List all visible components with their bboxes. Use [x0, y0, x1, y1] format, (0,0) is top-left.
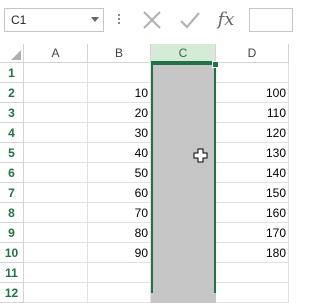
insert-function-button[interactable]: fx [214, 8, 238, 32]
cell-c1[interactable] [151, 63, 216, 83]
select-all-triangle-icon[interactable] [11, 50, 21, 60]
row-header-12[interactable]: 12 [0, 283, 24, 303]
row-header-4[interactable]: 4 [0, 123, 24, 143]
cell-a5[interactable] [24, 143, 88, 163]
cell-c4[interactable] [151, 123, 216, 143]
column-header-b[interactable]: B [88, 44, 151, 63]
name-box-value: C1 [11, 13, 27, 27]
cell-c7[interactable] [151, 183, 216, 203]
cell-d8[interactable]: 160 [216, 203, 289, 223]
row-header-9[interactable]: 9 [0, 223, 24, 243]
cell-d6[interactable]: 140 [216, 163, 289, 183]
row-header-1[interactable]: 1 [0, 63, 24, 83]
cell-a4[interactable] [24, 123, 88, 143]
cell-d1[interactable] [216, 63, 289, 83]
cell-select-plus-icon [193, 148, 208, 163]
row-header-11[interactable]: 11 [0, 263, 24, 283]
row-header-3[interactable]: 3 [0, 103, 24, 123]
cell-a7[interactable] [24, 183, 88, 203]
row-header-6[interactable]: 6 [0, 163, 24, 183]
column-header-d[interactable]: D [216, 44, 289, 63]
cell-d9[interactable]: 170 [216, 223, 289, 243]
cell-d4[interactable]: 120 [216, 123, 289, 143]
cell-c8[interactable] [151, 203, 216, 223]
cell-c6[interactable] [151, 163, 216, 183]
cell-d7[interactable]: 150 [216, 183, 289, 203]
cell-b11[interactable] [88, 263, 151, 283]
cell-c3[interactable] [151, 103, 216, 123]
cell-b2[interactable]: 10 [88, 83, 151, 103]
row-header-7[interactable]: 7 [0, 183, 24, 203]
check-icon[interactable] [178, 8, 202, 32]
cell-b1[interactable] [88, 63, 151, 83]
cell-c9[interactable] [151, 223, 216, 243]
row-header-5[interactable]: 5 [0, 143, 24, 163]
row-header-8[interactable]: 8 [0, 203, 24, 223]
cell-b6[interactable]: 50 [88, 163, 151, 183]
formula-bar: C1 fx [0, 0, 293, 45]
cell-d5[interactable]: 130 [216, 143, 289, 163]
fill-handle[interactable] [212, 61, 219, 68]
cell-a10[interactable] [24, 243, 88, 263]
cell-d2[interactable]: 100 [216, 83, 289, 103]
cell-b3[interactable]: 20 [88, 103, 151, 123]
cell-b5[interactable]: 40 [88, 143, 151, 163]
cell-b8[interactable]: 70 [88, 203, 151, 223]
cell-c12[interactable] [151, 283, 216, 303]
chevron-down-icon[interactable] [91, 17, 99, 22]
row-header-2[interactable]: 2 [0, 83, 24, 103]
cell-b4[interactable]: 30 [88, 123, 151, 143]
cancel-x-icon[interactable] [140, 8, 164, 32]
spreadsheet-grid: A B C D 1 2 10 100 3 20 110 4 30 120 5 40 130 6 50 140 7 60 15… [0, 44, 289, 303]
cell-a9[interactable] [24, 223, 88, 243]
cell-b7[interactable]: 60 [88, 183, 151, 203]
cell-d12[interactable] [216, 283, 289, 303]
column-header-c[interactable]: C [151, 44, 216, 63]
cell-b12[interactable] [88, 283, 151, 303]
cell-c11[interactable] [151, 263, 216, 283]
cell-d3[interactable]: 110 [216, 103, 289, 123]
cell-a11[interactable] [24, 263, 88, 283]
cell-a6[interactable] [24, 163, 88, 183]
cell-a1[interactable] [24, 63, 88, 83]
cell-a3[interactable] [24, 103, 88, 123]
drag-handle-icon[interactable] [118, 14, 121, 28]
select-all-corner[interactable] [0, 44, 24, 63]
name-box[interactable]: C1 [4, 8, 104, 32]
cell-a12[interactable] [24, 283, 88, 303]
cell-c10[interactable] [151, 243, 216, 263]
row-header-10[interactable]: 10 [0, 243, 24, 263]
cell-b10[interactable]: 90 [88, 243, 151, 263]
formula-input[interactable] [249, 8, 293, 32]
cell-d10[interactable]: 180 [216, 243, 289, 263]
cell-d11[interactable] [216, 263, 289, 283]
cell-c2[interactable] [151, 83, 216, 103]
cell-a8[interactable] [24, 203, 88, 223]
cell-b9[interactable]: 80 [88, 223, 151, 243]
cell-a2[interactable] [24, 83, 88, 103]
column-header-a[interactable]: A [24, 44, 88, 63]
